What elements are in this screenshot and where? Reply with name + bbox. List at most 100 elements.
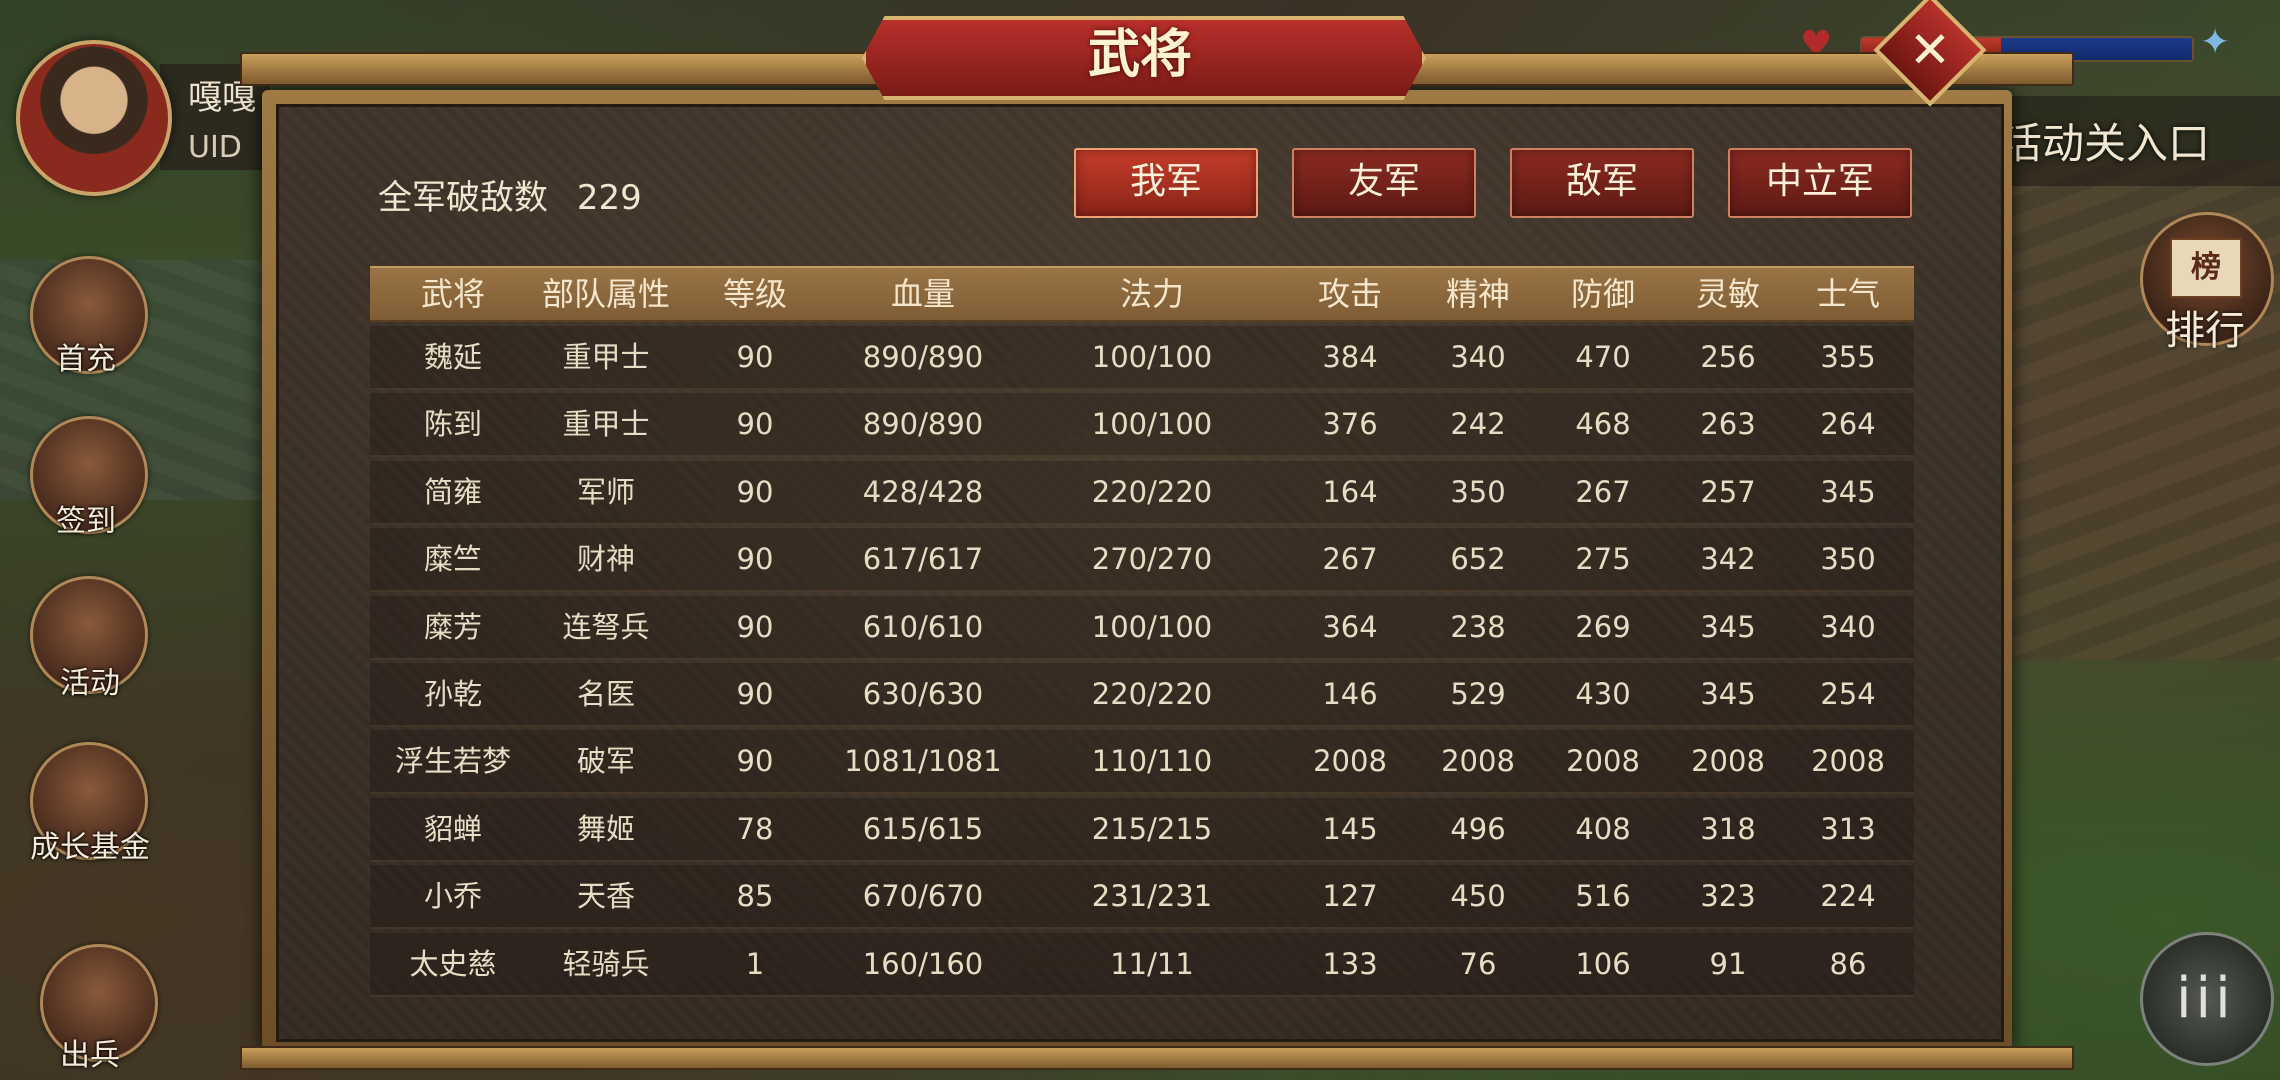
menu-icon: iii <box>2176 966 2235 1031</box>
table-cell: 天香 <box>576 879 636 914</box>
table-cell: 215/215 <box>1091 811 1213 846</box>
table-cell: 340 <box>1450 340 1506 374</box>
table-cell: 小乔 <box>423 879 483 914</box>
table-cell: 90 <box>736 744 774 779</box>
table-cell: 376 <box>1322 407 1378 442</box>
table-cell: 106 <box>1575 946 1631 981</box>
side-label-dispatch: 出兵 <box>60 1038 120 1073</box>
side-label-sign-in: 签到 <box>56 504 116 539</box>
table-row[interactable]: 小乔 天香 85 670/670 231/231 127 450 516 323 224 <box>370 865 1914 930</box>
table-cell: 90 <box>736 542 774 577</box>
table-cell: 11/11 <box>1110 946 1194 981</box>
table-cell: 264 <box>1820 407 1876 442</box>
column-header: 士气 <box>1815 275 1881 313</box>
table-cell: 浮生若梦 <box>394 744 512 779</box>
table-cell: 127 <box>1322 879 1378 914</box>
table-row[interactable]: 陈到 重甲士 90 890/890 100/100 376 242 468 263 264 <box>370 393 1914 458</box>
table-cell: 重甲士 <box>562 340 650 374</box>
table-cell: 231/231 <box>1091 879 1213 914</box>
table-cell: 孙乾 <box>423 677 483 711</box>
table-cell: 529 <box>1450 677 1506 711</box>
table-cell: 350 <box>1820 542 1876 577</box>
table-cell: 270/270 <box>1091 542 1213 577</box>
table-cell: 615/615 <box>862 811 984 846</box>
table-cell: 340 <box>1820 609 1876 644</box>
table-row[interactable]: 糜芳 连弩兵 90 610/610 100/100 364 238 269 345 340 <box>370 595 1914 660</box>
table-cell: 1081/1081 <box>844 744 1002 779</box>
table-cell: 100/100 <box>1091 407 1213 442</box>
table-cell: 财神 <box>576 542 636 577</box>
table-cell: 2008 <box>1691 744 1765 779</box>
table-cell: 90 <box>736 407 774 442</box>
table-row[interactable]: 简雍 军师 90 428/428 220/220 164 350 267 257 345 <box>370 460 1914 525</box>
table-cell: 90 <box>736 474 774 509</box>
table-cell: 86 <box>1829 946 1867 981</box>
table-cell: 糜芳 <box>423 609 483 644</box>
table-cell: 313 <box>1820 811 1876 846</box>
table-row[interactable]: 糜竺 财神 90 617/617 270/270 267 652 275 342 350 <box>370 528 1914 593</box>
side-label-first-recharge: 首充 <box>56 342 116 377</box>
table-row[interactable]: 貂蝉 舞姬 78 615/615 215/215 145 496 408 318 313 <box>370 797 1914 862</box>
table-cell: 91 <box>1709 946 1747 981</box>
column-header: 部队属性 <box>541 275 671 313</box>
table-cell: 345 <box>1820 474 1876 509</box>
table-cell: 242 <box>1450 407 1506 442</box>
player-uid: UID <box>188 130 242 165</box>
table-cell: 254 <box>1820 677 1876 711</box>
player-avatar[interactable] <box>16 40 172 196</box>
table-row[interactable]: 浮生若梦 破军 90 1081/1081 110/110 2008 2008 2008 2008… <box>370 730 1914 795</box>
table-cell: 342 <box>1700 542 1756 577</box>
table-cell: 269 <box>1575 609 1631 644</box>
column-header: 灵敏 <box>1695 275 1761 313</box>
tab-allied-army[interactable]: 友军 <box>1292 148 1476 218</box>
table-cell: 100/100 <box>1091 609 1213 644</box>
table-cell: 428/428 <box>862 474 984 509</box>
table-cell: 516 <box>1575 879 1631 914</box>
table-cell: 238 <box>1450 609 1506 644</box>
table-cell: 220/220 <box>1091 474 1213 509</box>
table-cell: 2008 <box>1811 744 1885 779</box>
table-cell: 164 <box>1322 474 1378 509</box>
table-cell: 670/670 <box>862 879 984 914</box>
table-cell: 890/890 <box>862 340 984 374</box>
total-kills: 全军破敌数 229 <box>378 170 642 219</box>
table-cell: 345 <box>1700 609 1756 644</box>
table-cell: 160/160 <box>862 946 984 981</box>
ranking-label: 排行 <box>2165 308 2245 354</box>
table-cell: 617/617 <box>862 542 984 577</box>
table-cell: 408 <box>1575 811 1631 846</box>
table-cell: 78 <box>736 811 774 846</box>
table-cell: 384 <box>1322 340 1378 374</box>
table-cell: 魏延 <box>423 340 483 374</box>
tab-enemy-army[interactable]: 敌军 <box>1510 148 1694 218</box>
table-cell: 318 <box>1700 811 1756 846</box>
table-cell: 350 <box>1450 474 1506 509</box>
close-x-icon[interactable]: ✕ <box>1890 10 1970 90</box>
table-row[interactable]: 太史慈 轻骑兵 1 160/160 11/11 133 76 106 91 86 <box>370 932 1914 997</box>
dialog-bottom-rail <box>240 1046 2074 1070</box>
generals-table: 魏延 重甲士 90 890/890 100/100 384 340 470 256 355 陈到 重甲… <box>370 326 1914 1002</box>
table-cell: 貂蝉 <box>423 811 483 846</box>
table-cell: 85 <box>736 879 774 914</box>
activity-entry-link[interactable]: 活动关入口 <box>2000 110 2210 171</box>
column-header: 攻击 <box>1317 275 1383 313</box>
table-cell: 110/110 <box>1091 744 1213 779</box>
table-cell: 145 <box>1322 811 1378 846</box>
side-label-activity: 活动 <box>60 666 120 701</box>
ranking-icon: 榜 <box>2170 238 2242 298</box>
column-header: 防御 <box>1570 275 1636 313</box>
tab-our-army[interactable]: 我军 <box>1074 148 1258 218</box>
total-kills-label: 全军破敌数 <box>378 178 548 218</box>
table-cell: 2008 <box>1441 744 1515 779</box>
table-row[interactable]: 孙乾 名医 90 630/630 220/220 146 529 430 345 254 <box>370 663 1914 727</box>
table-cell: 468 <box>1575 407 1631 442</box>
bird-icon: ✦ <box>2200 22 2231 63</box>
tab-neutral-army[interactable]: 中立军 <box>1728 148 1912 218</box>
table-cell: 糜竺 <box>423 542 483 577</box>
table-cell: 275 <box>1575 542 1631 577</box>
table-row[interactable]: 魏延 重甲士 90 890/890 100/100 384 340 470 256 355 <box>370 326 1914 390</box>
total-kills-value: 229 <box>576 178 642 218</box>
table-cell: 256 <box>1700 340 1756 374</box>
table-cell: 90 <box>736 609 774 644</box>
column-header: 精神 <box>1445 275 1511 313</box>
